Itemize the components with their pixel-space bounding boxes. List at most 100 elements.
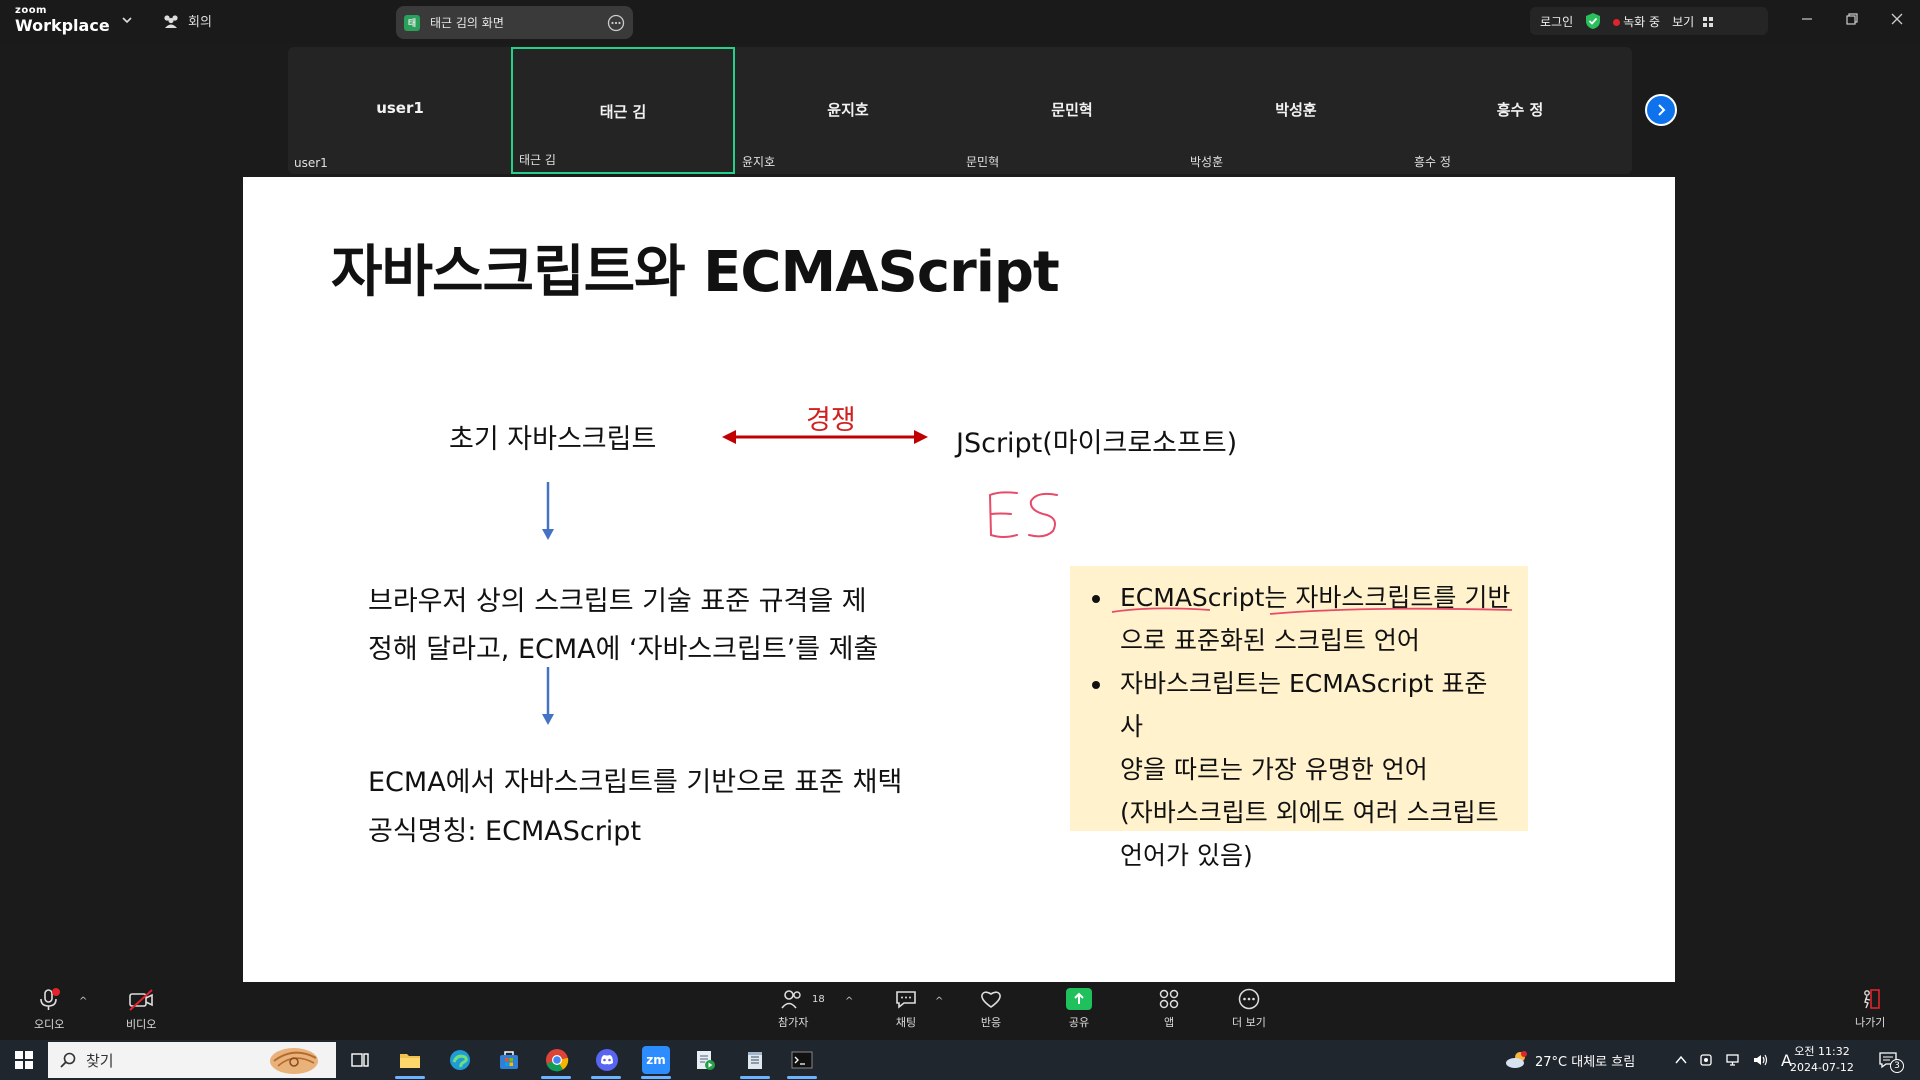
leave-label: 나가기 bbox=[1855, 1016, 1886, 1029]
view-label: 보기 bbox=[1672, 14, 1695, 29]
participant-tile-active-speaker[interactable]: 태근 김 태근 김 bbox=[511, 47, 735, 174]
meeting-menu-button[interactable]: 회의 bbox=[162, 11, 212, 30]
handwritten-underline-annotation bbox=[1111, 607, 1513, 615]
participant-tile[interactable]: user1 user1 bbox=[288, 47, 512, 174]
slide-title: 자바스크립트와 ECMAScript bbox=[331, 240, 1060, 305]
microphone-icon bbox=[36, 988, 62, 1012]
participant-label: 박성훈 bbox=[1190, 155, 1224, 169]
chat-button[interactable]: 채팅 bbox=[894, 988, 918, 1030]
audio-button[interactable]: 오디오 bbox=[34, 988, 64, 1032]
running-indicator bbox=[541, 1076, 571, 1079]
share-label: 공유 bbox=[1068, 1016, 1090, 1029]
network-icon[interactable] bbox=[1725, 1053, 1741, 1067]
view-button[interactable]: 보기 bbox=[1672, 13, 1714, 30]
note-box: ECMAScript는 자바스크립트를 기반 으로 표준화된 스크립트 언어 자… bbox=[1070, 566, 1528, 870]
note-bullet-2-line-1: 자바스크립트는 ECMAScript 표준 사 bbox=[1120, 669, 1488, 741]
audio-options-caret-icon[interactable]: ^ bbox=[79, 996, 87, 1007]
recording-status[interactable]: 녹화 중 bbox=[1613, 13, 1660, 30]
taskbar-clock[interactable]: 오전 11:32 2024-07-12 bbox=[1790, 1044, 1854, 1076]
file-explorer-icon[interactable] bbox=[396, 1046, 424, 1074]
chevron-down-icon[interactable] bbox=[121, 14, 133, 26]
taskbar-search-box[interactable]: 찾기 bbox=[48, 1042, 336, 1078]
paragraph1-line2: 정해 달라고, ECMA에 ‘자바스크립트’를 제출 bbox=[368, 634, 879, 665]
participant-tile[interactable]: 문민혁 문민혁 bbox=[960, 47, 1184, 174]
task-view-icon[interactable] bbox=[346, 1046, 374, 1074]
security-shield-icon[interactable] bbox=[1585, 12, 1601, 30]
apps-button[interactable]: 앱 bbox=[1157, 988, 1181, 1030]
note-bullet-2-line-3: (자바스크립트 외에도 여러 스크립트 bbox=[1120, 798, 1499, 827]
note-bullet-2: 자바스크립트는 ECMAScript 표준 사 양을 따르는 가장 유명한 언어… bbox=[1114, 662, 1514, 877]
zoom-app-label: zm bbox=[646, 1053, 666, 1067]
participant-tile[interactable]: 박성훈 박성훈 bbox=[1184, 47, 1408, 174]
terminal-icon[interactable] bbox=[788, 1046, 816, 1074]
participant-name: 박성훈 bbox=[1275, 101, 1317, 119]
weather-widget[interactable]: 27°C 대체로 흐림 bbox=[1505, 1040, 1635, 1080]
logo-small-text: zoom bbox=[15, 5, 47, 16]
running-indicator bbox=[395, 1076, 425, 1079]
chat-bubble-icon bbox=[894, 988, 918, 1010]
edge-browser-icon[interactable] bbox=[446, 1046, 474, 1074]
close-icon[interactable] bbox=[1890, 12, 1904, 26]
participant-label: user1 bbox=[294, 156, 328, 170]
participant-tile[interactable]: 윤지호 윤지호 bbox=[736, 47, 960, 174]
video-off-icon bbox=[127, 988, 155, 1012]
restore-icon[interactable] bbox=[1845, 12, 1859, 26]
more-label: 더 보기 bbox=[1232, 1016, 1266, 1029]
running-indicator bbox=[641, 1076, 671, 1079]
participant-name: 태근 김 bbox=[599, 103, 647, 121]
windows-start-icon[interactable] bbox=[10, 1046, 38, 1074]
notification-count-badge: 3 bbox=[1890, 1059, 1904, 1073]
recording-label: 녹화 중 bbox=[1623, 14, 1661, 29]
clock-date: 2024-07-12 bbox=[1790, 1061, 1854, 1074]
participant-tile[interactable]: 흥수 정 흥수 정 bbox=[1408, 47, 1632, 174]
participants-options-caret-icon[interactable]: ^ bbox=[845, 996, 853, 1007]
search-icon bbox=[60, 1052, 76, 1068]
volume-icon[interactable] bbox=[1753, 1053, 1769, 1067]
notification-center-button[interactable]: 3 bbox=[1878, 1040, 1904, 1080]
microsoft-store-icon[interactable] bbox=[495, 1046, 523, 1074]
early-javascript-text: 초기 자바스크립트 bbox=[449, 424, 657, 455]
screen-share-indicator[interactable]: 태 태근 김의 화면 bbox=[396, 6, 633, 39]
top-right-controls: 로그인 녹화 중 보기 bbox=[1530, 7, 1768, 35]
chrome-browser-icon[interactable] bbox=[543, 1046, 571, 1074]
paragraph1-line1: 브라우저 상의 스크립트 기술 표준 규격을 제 bbox=[368, 586, 867, 617]
leave-button[interactable]: 나가기 bbox=[1855, 988, 1885, 1030]
apps-icon bbox=[1157, 988, 1181, 1010]
participants-icon bbox=[780, 988, 806, 1010]
search-highlight-shell-icon bbox=[264, 1044, 324, 1076]
presentation-app-icon[interactable] bbox=[691, 1046, 719, 1074]
chat-options-caret-icon[interactable]: ^ bbox=[935, 996, 943, 1007]
notepad-icon[interactable] bbox=[741, 1046, 769, 1074]
shared-screen-slide: 자바스크립트와 ECMAScript 초기 자바스크립트 경쟁 JScript(… bbox=[243, 177, 1675, 982]
discord-icon[interactable] bbox=[593, 1046, 621, 1074]
zoom-app-icon[interactable]: zm bbox=[642, 1046, 670, 1074]
zoom-workplace-logo[interactable]: zoom Workplace bbox=[15, 6, 110, 34]
participant-name: 윤지호 bbox=[827, 101, 869, 119]
share-screen-button[interactable]: 공유 bbox=[1066, 988, 1092, 1030]
down-arrow-icon bbox=[541, 482, 555, 542]
login-button[interactable]: 로그인 bbox=[1540, 13, 1573, 30]
note-bullet-1-line-2: 으로 표준화된 스크립트 언어 bbox=[1120, 626, 1420, 655]
sharer-badge: 태 bbox=[404, 14, 420, 31]
participants-button[interactable]: 참가자 bbox=[778, 988, 808, 1030]
paragraph2-line2: 공식명칭: ECMAScript bbox=[368, 816, 642, 847]
video-button[interactable]: 비디오 bbox=[126, 988, 156, 1032]
clock-time: 오전 11:32 bbox=[1794, 1045, 1850, 1058]
participant-name: 문민혁 bbox=[1051, 101, 1093, 119]
paragraph2-line1: ECMA에서 자바스크립트를 기반으로 표준 채택 bbox=[368, 767, 903, 798]
audio-label: 오디오 bbox=[34, 1018, 65, 1031]
camera-status-icon[interactable] bbox=[1699, 1053, 1713, 1067]
running-indicator bbox=[740, 1076, 770, 1079]
show-hidden-icons-chevron-icon[interactable] bbox=[1675, 1055, 1687, 1065]
reactions-button[interactable]: 반응 bbox=[979, 988, 1003, 1030]
people-icon bbox=[162, 13, 180, 29]
more-button[interactable]: 더 보기 bbox=[1232, 988, 1266, 1030]
participant-label: 문민혁 bbox=[966, 155, 1000, 169]
next-page-button[interactable] bbox=[1645, 94, 1677, 126]
participant-name: user1 bbox=[376, 99, 424, 117]
note-bullet-2-line-4: 언어가 있음) bbox=[1120, 841, 1253, 870]
search-placeholder: 찾기 bbox=[86, 1051, 114, 1070]
minimize-icon[interactable] bbox=[1800, 12, 1814, 26]
zoom-top-bar: zoom Workplace 회의 태 태근 김의 화면 로그인 녹화 중 보기 bbox=[0, 0, 1920, 44]
more-options-icon[interactable] bbox=[607, 14, 625, 32]
